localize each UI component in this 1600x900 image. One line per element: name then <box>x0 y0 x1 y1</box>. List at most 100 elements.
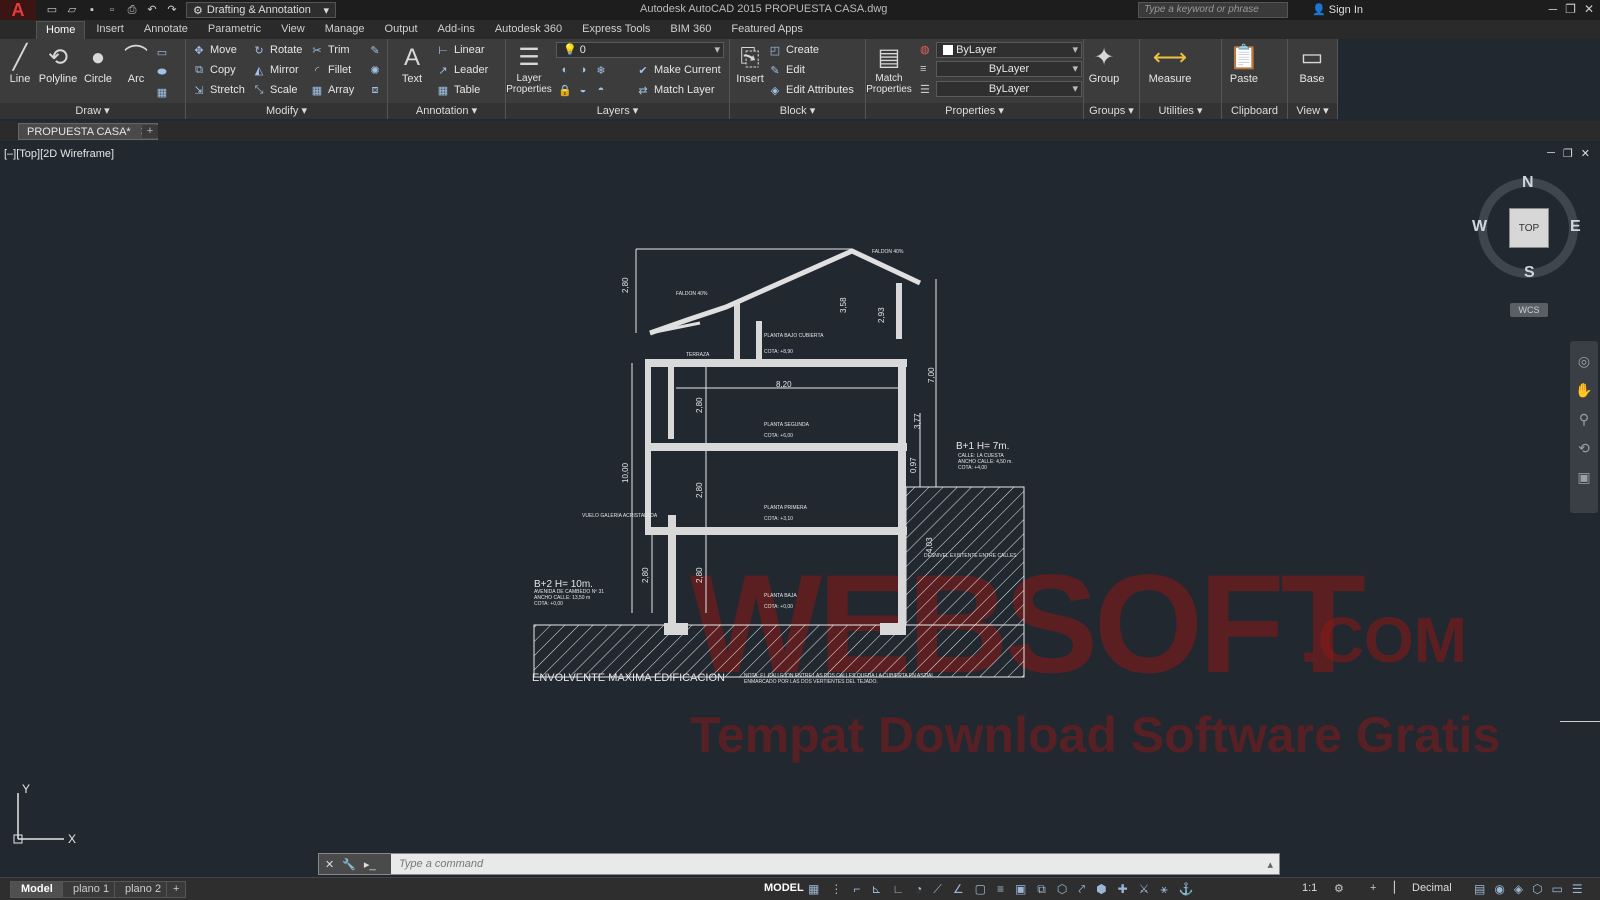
selection-filter-icon[interactable]: ⬢ <box>1096 882 1106 897</box>
draw-panel-title[interactable]: Draw ▾ <box>0 103 185 119</box>
compass-east[interactable]: E <box>1570 218 1581 236</box>
mirror-button[interactable]: ◭ Mirror <box>252 61 299 79</box>
pan-icon[interactable]: ✋ <box>1570 382 1598 399</box>
layer-tools-row2[interactable]: 🔒 ◒ ◓ <box>558 81 608 99</box>
rectangle-button[interactable]: ▭ <box>155 43 169 61</box>
tab-express-tools[interactable]: Express Tools <box>573 21 659 39</box>
compass-south[interactable]: S <box>1524 264 1535 282</box>
steering-wheel-icon[interactable]: ◎ <box>1570 353 1598 370</box>
save-icon[interactable]: ▪ <box>84 3 100 17</box>
copy-button[interactable]: ⧉ Copy <box>192 61 236 79</box>
leader-button[interactable]: ↗ Leader <box>436 61 488 79</box>
save-as-icon[interactable]: ▫ <box>104 3 120 17</box>
minimize-icon[interactable]: ─ <box>1549 2 1558 16</box>
tab-output[interactable]: Output <box>376 21 427 39</box>
sign-in-button[interactable]: 👤 Sign In <box>1312 3 1363 16</box>
lineweight-icon[interactable]: ≡ <box>997 882 1004 897</box>
group-button[interactable]: ✦ Group <box>1084 43 1124 85</box>
tab-parametric[interactable]: Parametric <box>199 21 270 39</box>
auto-scale-icon[interactable]: ⚹ <box>1160 882 1167 897</box>
block-panel-title[interactable]: Block ▾ <box>730 103 865 119</box>
tab-featured-apps[interactable]: Featured Apps <box>722 21 812 39</box>
model-space-toggle[interactable]: MODEL <box>764 882 804 894</box>
hardware-acceleration-icon[interactable]: ⬡ <box>1532 882 1542 896</box>
text-button[interactable]: A Text <box>392 43 432 85</box>
create-block-button[interactable]: ◰ Create <box>768 41 819 59</box>
add-layout-button[interactable]: + <box>166 881 187 898</box>
line-button[interactable]: ╱ Line <box>0 43 40 85</box>
match-properties-button[interactable]: ▤ Match Properties <box>866 43 912 95</box>
annotation-panel-title[interactable]: Annotation ▾ <box>388 103 505 119</box>
wrench-icon[interactable]: 🔧 <box>342 858 356 871</box>
lock-ui-icon[interactable]: ◉ <box>1494 882 1504 896</box>
layer-dropdown[interactable]: 💡 0 <box>556 42 724 58</box>
workspace-switch-icon[interactable]: ⚙ <box>1334 882 1344 895</box>
view-panel-title[interactable]: View ▾ <box>1288 103 1337 119</box>
close-icon[interactable]: ✕ <box>325 858 334 871</box>
annotation-scale-icon[interactable]: ⚓ <box>1179 882 1194 897</box>
drawing-viewport[interactable]: WEBSOFT .COM Tempat Download Software Gr… <box>0 143 1600 853</box>
array-button[interactable]: ▦ Array <box>310 81 354 99</box>
properties-panel-title[interactable]: Properties ▾ <box>866 103 1083 119</box>
explode-button[interactable]: ✺ <box>368 61 382 79</box>
3d-osnap-icon[interactable]: ⬡ <box>1057 882 1067 897</box>
layer-tools-row1[interactable]: ◐ ◑ ❄ <box>558 61 608 79</box>
showmotion-icon[interactable]: ▣ <box>1570 469 1598 486</box>
wcs-menu[interactable]: WCS <box>1510 303 1548 317</box>
tab-manage[interactable]: Manage <box>316 21 374 39</box>
grid-icon[interactable]: ▦ <box>808 882 819 897</box>
polyline-button[interactable]: ⟲ Polyline <box>36 43 80 85</box>
linetype-dropdown[interactable]: ByLayer <box>936 61 1082 77</box>
rotate-button[interactable]: ↻ Rotate <box>252 41 302 59</box>
new-tab-button[interactable]: + <box>142 125 158 138</box>
erase-button[interactable]: ✎ <box>368 41 382 59</box>
polar-icon[interactable]: ◔ <box>915 882 922 897</box>
dynamic-ucs-icon[interactable]: ⊾ <box>871 882 881 897</box>
insert-block-button[interactable]: ⎘ Insert <box>730 43 770 85</box>
ortho-icon[interactable]: ∟ <box>892 882 904 897</box>
transparency-icon[interactable]: ▣ <box>1015 882 1026 897</box>
tab-bim-360[interactable]: BIM 360 <box>661 21 720 39</box>
workspace-dropdown[interactable]: ⚙ Drafting & Annotation ▾ <box>186 2 336 18</box>
table-button[interactable]: ▦ Table <box>436 81 481 99</box>
open-file-icon[interactable]: ▱ <box>64 3 80 17</box>
edit-attributes-button[interactable]: ◈ Edit Attributes <box>768 81 854 99</box>
layers-panel-title[interactable]: Layers ▾ <box>506 103 729 119</box>
trim-button[interactable]: ✂ Trim <box>310 41 349 59</box>
offset-button[interactable]: ⧈ <box>368 81 382 99</box>
close-icon[interactable]: ✕ <box>1581 147 1590 160</box>
make-current-button[interactable]: ✔ Make Current <box>636 61 720 79</box>
redo-icon[interactable]: ↷ <box>164 3 180 17</box>
quick-properties-icon[interactable]: ▤ <box>1474 882 1485 896</box>
groups-panel-title[interactable]: Groups ▾ <box>1084 103 1139 119</box>
measure-button[interactable]: ⟷ Measure <box>1146 43 1194 85</box>
tab-annotate[interactable]: Annotate <box>135 21 197 39</box>
compass-north[interactable]: N <box>1522 174 1534 192</box>
base-view-button[interactable]: ▭ Base <box>1292 43 1332 85</box>
layout-tab-model[interactable]: Model <box>10 881 64 898</box>
fillet-button[interactable]: ◜ Fillet <box>310 61 351 79</box>
application-menu-button[interactable]: A <box>0 0 36 20</box>
customization-icon[interactable]: ☰ <box>1572 882 1583 896</box>
chevron-up-icon[interactable]: ▴ <box>1267 858 1279 871</box>
tab-add-ins[interactable]: Add-ins <box>429 21 484 39</box>
minimize-icon[interactable]: ─ <box>1547 147 1555 160</box>
stretch-button[interactable]: ⇲ Stretch <box>192 81 244 99</box>
color-dropdown[interactable]: ByLayer <box>936 42 1082 58</box>
circle-button[interactable]: ● Circle <box>78 43 118 85</box>
new-file-icon[interactable]: ▭ <box>44 3 60 17</box>
tab-home[interactable]: Home <box>36 21 86 39</box>
snap-icon[interactable]: ⋮ <box>830 882 842 897</box>
object-snap-icon[interactable]: ▢ <box>975 882 986 897</box>
tab-autodesk-360[interactable]: Autodesk 360 <box>486 21 571 39</box>
clean-screen-icon[interactable]: ▭ <box>1552 882 1563 896</box>
annotation-scale[interactable]: 1:1 <box>1302 882 1317 894</box>
match-layer-button[interactable]: ⇄ Match Layer <box>636 81 714 99</box>
isolate-objects-icon[interactable]: ◈ <box>1514 882 1523 896</box>
arc-button[interactable]: ⌒ Arc <box>116 43 156 85</box>
selection-cycling-icon[interactable]: ⧉ <box>1037 882 1046 897</box>
object-snap-tracking-icon[interactable]: ∠ <box>953 882 964 897</box>
zoom-icon[interactable]: ⚲ <box>1570 411 1598 428</box>
command-prompt-icon[interactable]: ▸_ <box>364 858 376 871</box>
orbit-icon[interactable]: ⟲ <box>1570 440 1598 457</box>
